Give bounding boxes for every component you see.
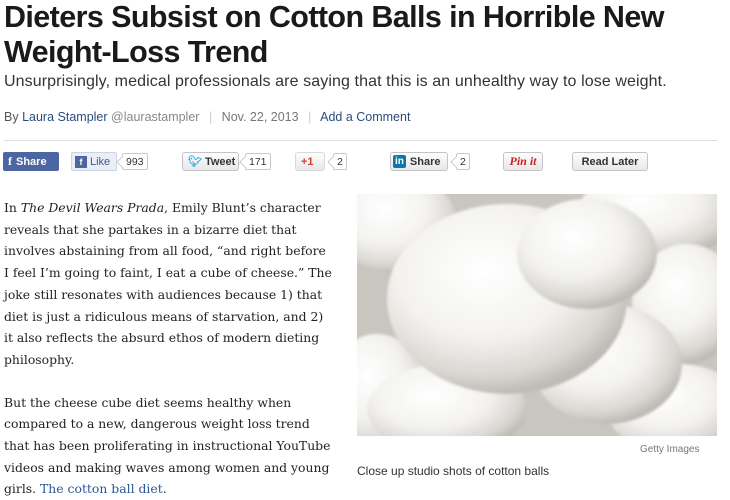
header-divider bbox=[4, 140, 717, 141]
facebook-like-button[interactable]: f Like bbox=[71, 152, 117, 171]
byline: By Laura Stampler @laurastampler | Nov. … bbox=[4, 110, 410, 124]
byline-divider: | bbox=[208, 110, 213, 124]
read-later-button[interactable]: Read Later bbox=[572, 152, 648, 171]
tweet-button[interactable]: 🐦︎ Tweet bbox=[182, 152, 239, 171]
headline-line-2: Weight-Loss Trend bbox=[4, 35, 268, 69]
facebook-like-count: 993 bbox=[122, 153, 148, 170]
article-paragraph-1: In The Devil Wears Prada, Emily Blunt’s … bbox=[4, 197, 334, 371]
author-twitter-handle[interactable]: @laurastampler bbox=[111, 110, 199, 124]
twitter-bird-icon: 🐦︎ bbox=[188, 156, 202, 168]
author-link[interactable]: Laura Stampler bbox=[22, 110, 107, 124]
tweet-label: Tweet bbox=[204, 155, 236, 168]
facebook-icon: f bbox=[8, 154, 12, 168]
article-body: In The Devil Wears Prada, Emily Blunt’s … bbox=[4, 197, 334, 500]
byline-by: By bbox=[4, 110, 19, 124]
cotton-ball-diet-link[interactable]: The cotton ball diet bbox=[40, 481, 163, 496]
facebook-like-label: Like bbox=[90, 155, 111, 168]
headline-line-1: Dieters Subsist on Cotton Balls in Horri… bbox=[4, 0, 664, 34]
photo-credit: Getty Images bbox=[640, 444, 700, 455]
thumbs-up-icon: f bbox=[75, 155, 87, 168]
linkedin-share-button[interactable]: in Share bbox=[390, 152, 448, 171]
google-plus-count: 2 bbox=[333, 153, 347, 170]
movie-title: The Devil Wears Prada bbox=[20, 200, 165, 215]
article-paragraph-2: But the cheese cube diet seems healthy w… bbox=[4, 392, 334, 500]
publish-date: Nov. 22, 2013 bbox=[221, 110, 299, 124]
linkedin-share-label: Share bbox=[409, 155, 441, 168]
share-bar: f Share f Like 993 🐦︎ Tweet 171 +1 2 in … bbox=[0, 150, 730, 174]
facebook-share-button[interactable]: f Share bbox=[3, 152, 59, 171]
tweet-count: 171 bbox=[245, 153, 271, 170]
photo-caption: Close up studio shots of cotton balls bbox=[357, 464, 550, 478]
paragraph-text: , Emily Blunt’s character reveals that s… bbox=[4, 200, 332, 367]
facebook-share-label: Share bbox=[16, 155, 47, 168]
linkedin-count: 2 bbox=[456, 153, 470, 170]
byline-divider: | bbox=[308, 110, 312, 124]
linkedin-icon: in bbox=[393, 155, 406, 168]
paragraph-text: . bbox=[162, 481, 167, 497]
google-plus-button[interactable]: +1 bbox=[295, 152, 325, 171]
article-headline: Dieters Subsist on Cotton Balls in Horri… bbox=[4, 0, 724, 70]
cotton-balls-illustration bbox=[357, 194, 717, 436]
google-plus-icon: +1 bbox=[301, 155, 314, 168]
pinterest-icon: Pin it bbox=[509, 154, 537, 168]
cotton-balls-photo[interactable] bbox=[357, 194, 717, 436]
read-later-label: Read Later bbox=[581, 155, 639, 168]
pinterest-pin-button[interactable]: Pin it bbox=[503, 152, 543, 171]
paragraph-text: In bbox=[4, 200, 21, 215]
article-subhead: Unsurprisingly, medical professionals ar… bbox=[4, 73, 667, 90]
add-comment-link[interactable]: Add a Comment bbox=[320, 110, 410, 124]
